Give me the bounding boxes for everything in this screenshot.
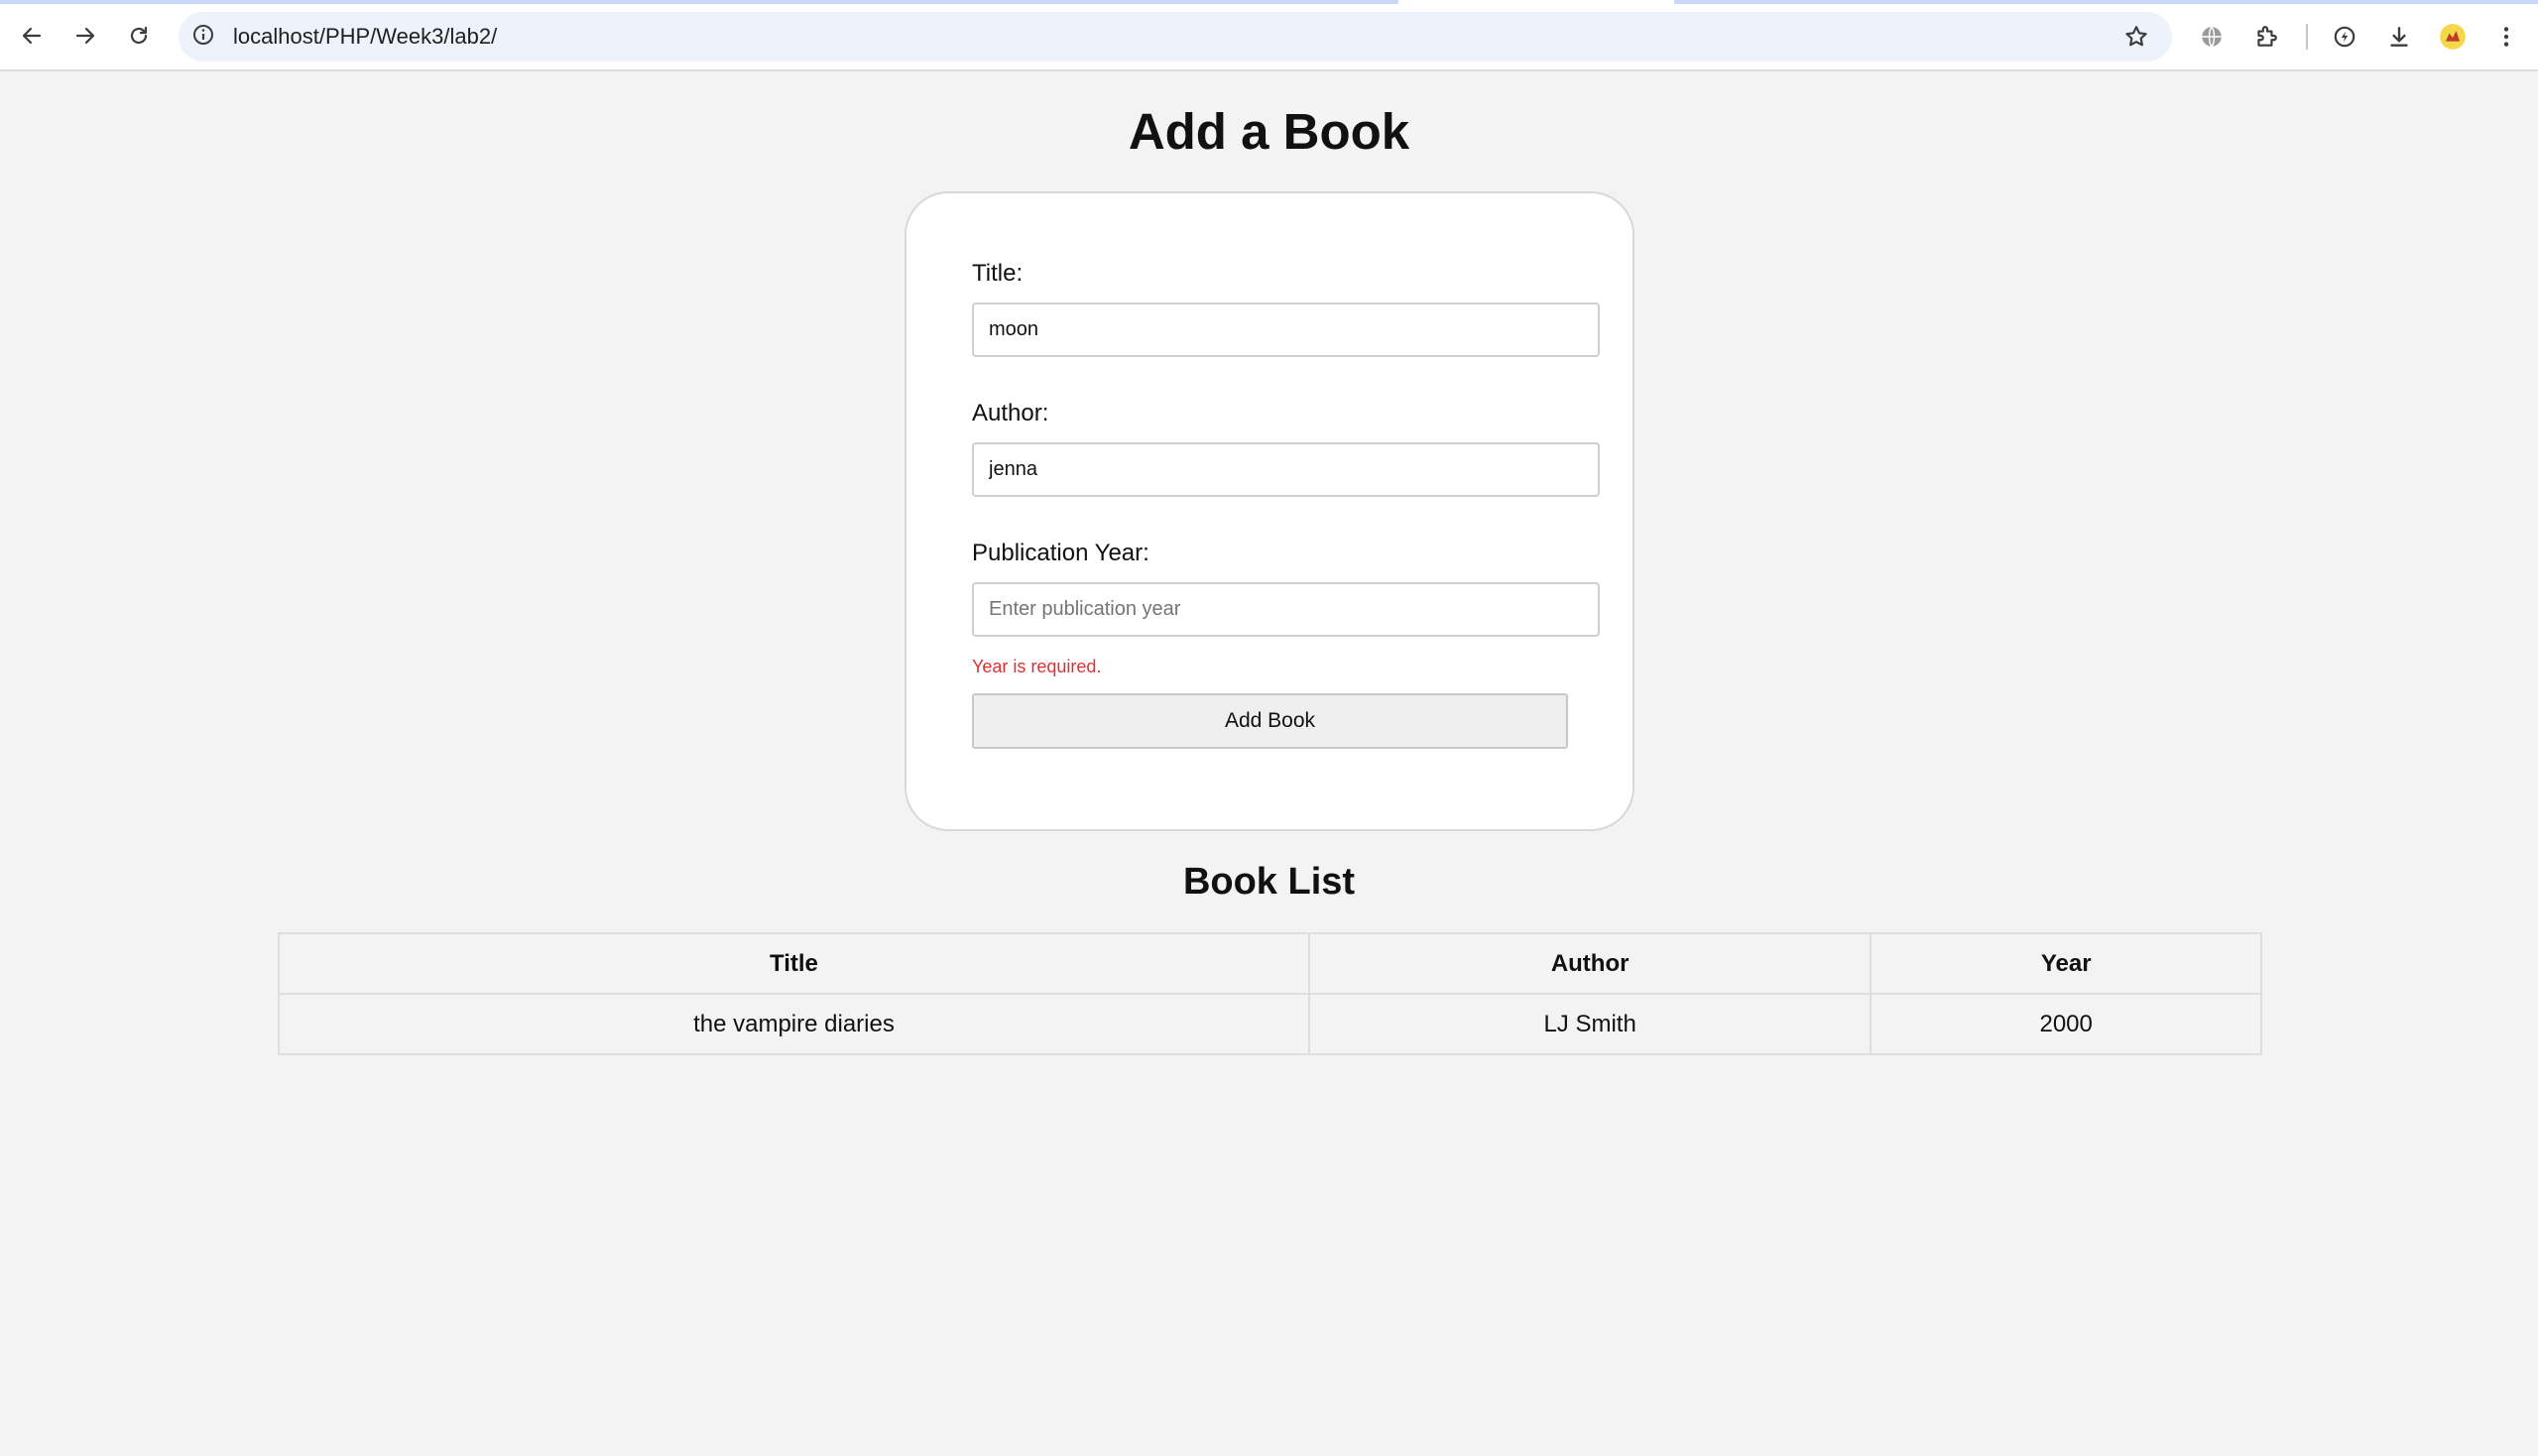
- year-error-message: Year is required.: [972, 657, 1102, 676]
- loading-progress-bar: [0, 0, 1398, 4]
- add-book-button[interactable]: Add Book: [972, 693, 1568, 749]
- column-header-author: Author: [1307, 932, 1873, 995]
- book-year-cell: 2000: [1870, 993, 2262, 1055]
- site-info-icon[interactable]: [190, 22, 220, 52]
- author-label: Author:: [972, 400, 1049, 426]
- column-header-title: Title: [278, 932, 1310, 995]
- download-icon[interactable]: [2382, 20, 2416, 54]
- bookmark-star-icon[interactable]: [2119, 20, 2153, 54]
- publication-year-input[interactable]: [972, 582, 1600, 637]
- title-label: Title:: [972, 260, 1024, 287]
- table-header-row: Title Author Year: [278, 932, 2262, 995]
- book-list-table: Title Author Year the vampire diaries LJ…: [278, 932, 2262, 1055]
- address-url-text[interactable]: localhost/PHP/Week3/lab2/: [233, 22, 497, 52]
- loading-progress-bar-segment: [1674, 0, 2538, 4]
- column-header-year: Year: [1870, 932, 2262, 995]
- page-title: Add a Book: [1128, 103, 1410, 160]
- publication-year-label: Publication Year:: [972, 540, 1149, 566]
- extensions-puzzle-icon[interactable]: [2249, 20, 2283, 54]
- profile-avatar-icon[interactable]: [2436, 20, 2470, 54]
- forward-arrow-icon[interactable]: [67, 18, 103, 54]
- author-input[interactable]: [972, 442, 1600, 497]
- toolbar-divider: [2306, 24, 2308, 50]
- book-list-heading: Book List: [1182, 861, 1356, 903]
- browser-toolbar: localhost/PHP/Week3/lab2/: [0, 0, 2538, 71]
- book-title-cell: the vampire diaries: [278, 993, 1310, 1055]
- back-arrow-icon[interactable]: [14, 18, 50, 54]
- title-input[interactable]: [972, 303, 1600, 357]
- more-menu-icon[interactable]: [2489, 20, 2523, 54]
- reload-icon[interactable]: [121, 18, 157, 54]
- table-row: the vampire diaries LJ Smith 2000: [278, 993, 2262, 1055]
- translate-globe-icon[interactable]: [2195, 20, 2229, 54]
- book-author-cell: LJ Smith: [1307, 993, 1873, 1055]
- performance-icon[interactable]: [2328, 20, 2361, 54]
